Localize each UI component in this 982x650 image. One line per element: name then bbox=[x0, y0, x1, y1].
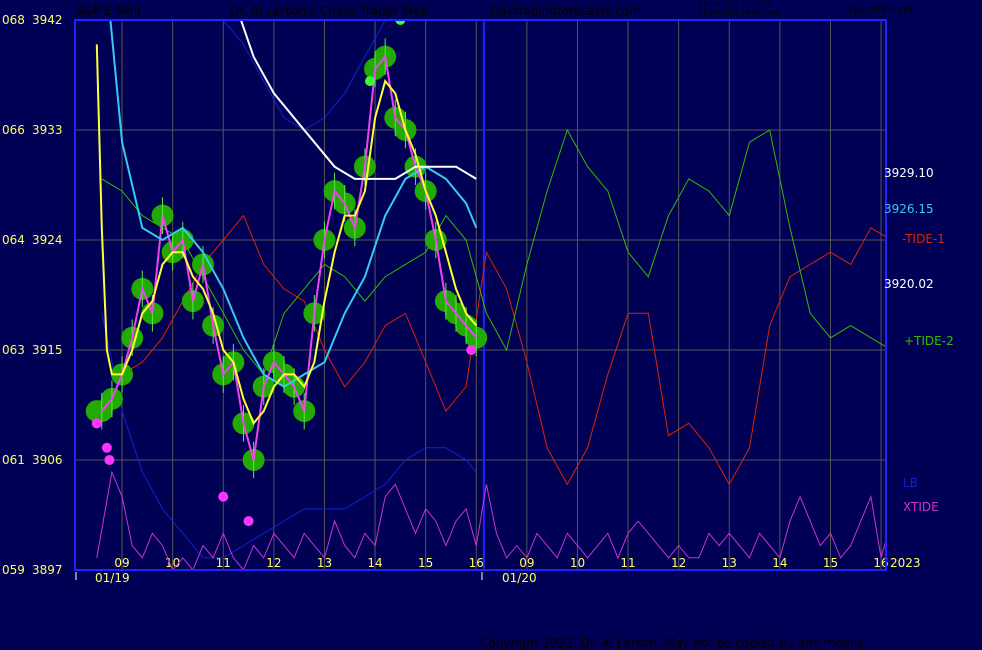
marker-4 bbox=[104, 455, 115, 465]
data-file-name: spcctom.txt bbox=[848, 3, 914, 16]
marker-6 bbox=[243, 516, 254, 527]
chart-canvas: 068 3942 066 3933 064 3924 063 3915 061 3906 059 38… bbox=[2, 13, 954, 585]
price-readout-2: 3920.02 bbox=[884, 277, 934, 291]
site-url[interactable]: Daytradingforecasts.com bbox=[490, 4, 641, 18]
marker-7 bbox=[466, 345, 477, 355]
legend-xtide: XTIDE bbox=[903, 500, 939, 514]
y-tick-left-3: 063 bbox=[2, 343, 25, 357]
symbol-title: S&P E-Mini bbox=[76, 4, 141, 18]
plot-layer bbox=[85, 20, 886, 570]
x-hour-label-9: 10 bbox=[570, 556, 585, 570]
y-tick-left-2: 064 bbox=[2, 233, 25, 247]
y-tick-value-0: 3942 bbox=[32, 13, 63, 27]
y-tick-value-3: 3915 bbox=[32, 343, 63, 357]
x-hour-label-11: 12 bbox=[671, 556, 686, 570]
x-hour-label-10: 11 bbox=[620, 556, 635, 570]
legend--tide-1: -TIDE-1 bbox=[902, 232, 945, 246]
series-price bbox=[101, 54, 478, 461]
legend-lb: LB bbox=[903, 476, 918, 490]
y-tick-left-1: 066 bbox=[2, 123, 25, 137]
y-tick-left-4: 061 bbox=[2, 453, 25, 467]
series-white_line bbox=[239, 20, 477, 180]
x-hour-label-5: 14 bbox=[367, 556, 382, 570]
marker-3 bbox=[101, 442, 112, 453]
x-day-label-1: 01/20 bbox=[502, 571, 537, 585]
site-title: Dr. Al Larson's Chaos Trader Web bbox=[230, 4, 429, 18]
x-day-label-0: 01/19 bbox=[95, 571, 130, 585]
legend--tide-2: +TIDE-2 bbox=[904, 334, 954, 348]
x-hour-label-0: 09 bbox=[114, 556, 129, 570]
marker-1 bbox=[364, 76, 375, 87]
x-hour-label-3: 12 bbox=[266, 556, 281, 570]
x-hour-label-12: 13 bbox=[722, 556, 737, 570]
x-hour-label-6: 15 bbox=[418, 556, 433, 570]
x-hour-label-14: 15 bbox=[823, 556, 838, 570]
y-tick-value-5: 3897 bbox=[32, 563, 63, 577]
y-tick-value-4: 3906 bbox=[32, 453, 63, 467]
y-tick-left-0: 068 bbox=[2, 13, 25, 27]
x-hour-label-7: 16 bbox=[469, 556, 484, 570]
timestamp-ut: 01/19/2023 21:20 UT bbox=[698, 0, 773, 8]
year-label: 2023 bbox=[890, 556, 921, 570]
y-tick-value-1: 3933 bbox=[32, 123, 63, 137]
y-tick-value-2: 3924 bbox=[32, 233, 63, 247]
timestamp-local: 01/19/2023 16:20 local bbox=[698, 9, 780, 17]
price-readout-1: 3926.15 bbox=[884, 202, 934, 216]
marker-5 bbox=[218, 491, 229, 502]
marker-2 bbox=[91, 418, 102, 429]
copyright-text: Copyright 2023, Dr. Al Larson. May not b… bbox=[480, 636, 868, 650]
y-tick-left-5: 059 bbox=[2, 563, 25, 577]
price-readout-0: 3929.10 bbox=[884, 166, 934, 180]
